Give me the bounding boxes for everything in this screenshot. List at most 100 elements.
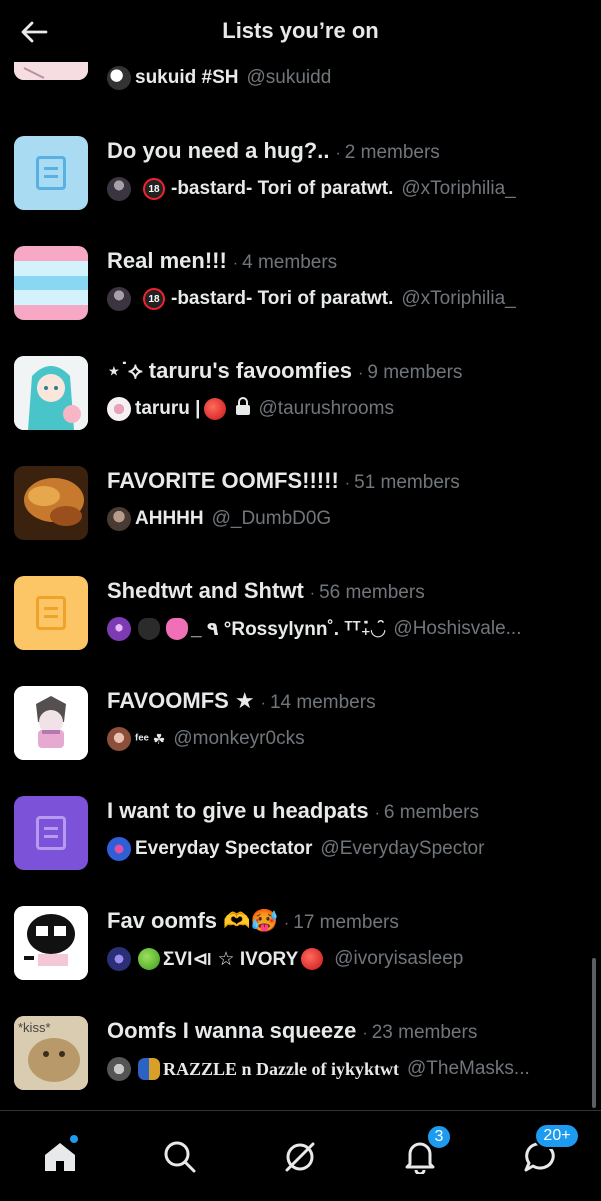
member-count: 14 members	[269, 692, 376, 713]
thumb-caption: *kiss*	[18, 1020, 51, 1035]
owner-name: Everyday Spectator	[135, 838, 313, 859]
member-count: 4 members	[242, 252, 338, 273]
grok-icon	[285, 1142, 315, 1172]
owner-handle: @EverydaySpector	[320, 838, 485, 859]
list-name: Shedtwt and Shtwt · 56 members	[107, 578, 425, 603]
owner-name: RAZZLE n Dazzle of iykyktwt	[163, 1058, 400, 1079]
list-name: Oomfs I wanna squeeze · 23 members	[107, 1018, 478, 1043]
messages-badge: 20+	[534, 1123, 580, 1149]
home-icon	[45, 1143, 75, 1171]
list-item[interactable]: Shedtwt and Shtwt · 56 members _ ٩ °Rossyl…	[0, 576, 601, 686]
list-owner[interactable]: Everyday Spectator @EverydaySpector	[107, 836, 484, 862]
avatar	[107, 287, 131, 311]
owner-handle: @ivoryisasleep	[334, 948, 464, 969]
list-owner[interactable]: AHHHH @_DumbD0G	[107, 506, 331, 532]
owner-handle: @xToriphilia_	[401, 288, 516, 309]
avatar	[107, 727, 131, 751]
owner-name: -bastard- Tori of paratwt.	[171, 178, 394, 199]
list-item[interactable]: Do you need a hug?.. · 2 members 18 -basta…	[0, 136, 601, 246]
avatar	[107, 177, 131, 201]
list-title: I want to give u headpats	[107, 798, 369, 823]
owner-name: -bastard- Tori of paratwt.	[171, 288, 394, 309]
messages-button[interactable]: 20+	[510, 1123, 580, 1187]
green-apple-icon	[138, 948, 160, 970]
home-button[interactable]	[30, 1127, 90, 1187]
grok-button[interactable]	[270, 1127, 330, 1187]
owner-name: AHHHH	[135, 508, 204, 529]
member-count: 2 members	[344, 142, 440, 163]
list-owner[interactable]: ᶠᵉᵉ ☘ @monkeyr0cks	[107, 726, 305, 752]
header: Lists you’re on	[0, 0, 601, 62]
list-owner[interactable]: 18 -bastard- Tori of paratwt. @xToriphil…	[107, 176, 516, 202]
page-title: Lists you’re on	[222, 18, 379, 43]
search-button[interactable]	[150, 1127, 210, 1187]
avatar	[107, 397, 131, 421]
list-title: Real men!!!	[107, 248, 227, 273]
list-thumbnail	[14, 576, 88, 650]
list-name: I want to give u headpats · 6 members	[107, 798, 479, 823]
list-owner[interactable]: RAZZLE n Dazzle of iykyktwt @TheMasks...	[107, 1056, 530, 1082]
notifications-button[interactable]: 3	[390, 1124, 452, 1187]
list-item[interactable]: I want to give u headpats · 6 members Ever…	[0, 796, 601, 906]
list-title: ⋆˙⟡ taruru's favoomfies	[107, 358, 353, 383]
home-indicator-dot	[70, 1135, 78, 1143]
adult-icon: 18	[143, 288, 165, 310]
list-thumbnail: *kiss*	[14, 1016, 88, 1090]
list-name: Do you need a hug?.. · 2 members	[107, 138, 440, 163]
list-thumbnail	[14, 796, 88, 870]
list-name: Fav oomfs 🫶🥵 · 17 members	[107, 908, 399, 933]
list-item[interactable]: FAVORITE OOMFS!!!!! · 51 members AHHHH @_D…	[0, 466, 601, 576]
avatar	[107, 837, 131, 861]
list-thumbnail	[14, 136, 88, 210]
owner-name: ΣVI⧏ ☆ IVORY	[163, 948, 299, 970]
list-name: FAVOOMFS ★ · 14 members	[107, 688, 376, 713]
list-thumbnail	[14, 686, 88, 760]
list-owner[interactable]: ΣVI⧏ ☆ IVORY @ivoryisasleep	[107, 946, 463, 972]
owner-handle: @sukuidd	[246, 67, 332, 88]
list-title: Oomfs I wanna squeeze	[107, 1018, 357, 1043]
bottom-nav: 3 20+	[0, 1110, 601, 1201]
owner-name: _ ٩ °Rossylynn˚. ᵀᵀ₊̇◡̑	[191, 618, 386, 640]
avatar	[107, 1057, 131, 1081]
list-thumbnail	[14, 246, 88, 320]
list-item[interactable]: Real men!!! · 4 members 18 -bastard- Tori …	[0, 246, 601, 356]
list-icon	[36, 156, 66, 190]
list-item[interactable]: FAVOOMFS ★ · 14 members ᶠᵉᵉ ☘ @monkeyr0cks	[0, 686, 601, 796]
list-owner[interactable]: _ ٩ °Rossylynn˚. ᵀᵀ₊̇◡̑ @Hoshisvale...	[107, 616, 521, 642]
flag-image	[14, 246, 88, 320]
list-title: Fav oomfs 🫶🥵	[107, 908, 278, 933]
list-title: Do you need a hug?..	[107, 138, 330, 163]
list-icon	[36, 596, 66, 630]
list-item[interactable]: Fav oomfs 🫶🥵 · 17 members ΣVI⧏ ☆ IVORY @iv…	[0, 906, 601, 1016]
member-count: 6 members	[383, 802, 479, 823]
adult-icon: 18	[143, 178, 165, 200]
avatar	[107, 66, 131, 90]
list-owner[interactable]: taruru | @taurushrooms	[107, 396, 394, 422]
sparkling-heart-icon	[166, 618, 188, 640]
scrollbar[interactable]	[592, 958, 596, 1108]
list-thumbnail	[14, 906, 88, 980]
apple-icon	[301, 948, 324, 970]
list-title: Shedtwt and Shtwt	[107, 578, 304, 603]
list-name: FAVORITE OOMFS!!!!! · 51 members	[107, 468, 460, 493]
list-title: FAVORITE OOMFS!!!!!	[107, 468, 339, 493]
list-title: FAVOOMFS ★	[107, 688, 255, 713]
member-count: 17 members	[293, 912, 399, 933]
owner-handle: @xToriphilia_	[401, 178, 516, 199]
search-icon	[164, 1141, 196, 1173]
mask-icon	[138, 1058, 160, 1080]
list-owner[interactable]: 18 -bastard- Tori of paratwt. @xToriphil…	[107, 286, 516, 312]
list-thumbnail	[14, 466, 88, 540]
list-icon	[36, 816, 66, 850]
member-count: 56 members	[319, 582, 425, 603]
apple-icon	[203, 398, 226, 420]
list-item[interactable]: ⋆˙⟡ taruru's favoomfies · 9 members taruru…	[0, 356, 601, 466]
owner-name: sukuid #SH	[135, 67, 239, 88]
avatar	[107, 507, 131, 531]
owner-handle: @monkeyr0cks	[173, 728, 305, 749]
lock-icon	[235, 397, 251, 421]
owner-handle: @TheMasks...	[407, 1058, 530, 1079]
black-heart-icon	[138, 618, 160, 640]
list-owner[interactable]: sukuid #SH @sukuidd	[107, 65, 331, 91]
list-name: Real men!!! · 4 members	[107, 248, 338, 273]
